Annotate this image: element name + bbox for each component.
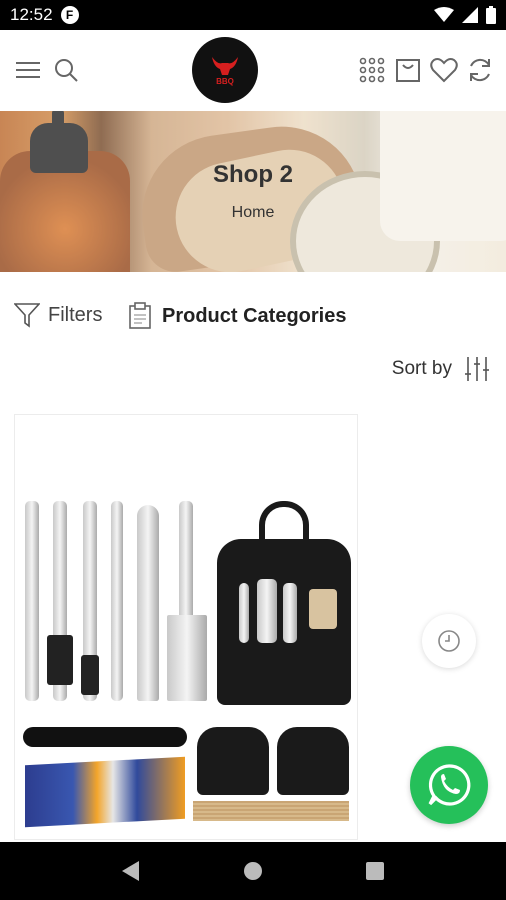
recently-viewed-button[interactable] xyxy=(422,614,476,668)
product-categories-button[interactable]: Product Categories xyxy=(128,302,346,330)
clock-icon xyxy=(438,630,460,652)
wifi-icon xyxy=(434,7,454,22)
back-icon[interactable] xyxy=(121,860,141,882)
filters-label: Filters xyxy=(48,303,103,326)
recents-icon[interactable] xyxy=(365,861,385,881)
filters-button[interactable]: Filters xyxy=(14,302,102,328)
status-time: 12:52 xyxy=(10,5,53,24)
sliders-icon xyxy=(465,357,489,381)
signal-icon xyxy=(462,7,478,23)
meat-claw-right xyxy=(277,727,349,795)
cart-icon xyxy=(396,59,420,82)
heart-icon xyxy=(430,58,458,83)
status-bar: 12:52 F xyxy=(0,0,506,30)
bull-icon xyxy=(212,56,238,75)
search-button[interactable] xyxy=(48,52,84,88)
filter-icon xyxy=(14,303,40,328)
logo-text: BBQ xyxy=(216,76,234,86)
page-title: Shop 2 xyxy=(212,161,293,188)
categories-label: Product Categories xyxy=(162,304,347,327)
breadcrumb-home[interactable]: Home xyxy=(0,204,506,222)
compare-button[interactable] xyxy=(462,52,498,88)
app-header: BBQ xyxy=(0,30,506,110)
grid-icon xyxy=(359,57,385,83)
home-icon[interactable] xyxy=(242,860,264,882)
product-card[interactable] xyxy=(14,414,358,840)
whatsapp-button[interactable] xyxy=(410,746,488,824)
wishlist-button[interactable] xyxy=(426,52,462,88)
brand-logo[interactable]: BBQ xyxy=(184,32,266,108)
banner-overlay xyxy=(0,111,506,272)
sort-by-button[interactable]: Sort by xyxy=(392,356,490,382)
whatsapp-icon xyxy=(428,764,471,806)
shop-banner: Shop 2 Home xyxy=(0,111,506,272)
skewers xyxy=(193,801,349,821)
menu-icon xyxy=(16,62,40,78)
filter-toolbar: Filters Product Categories xyxy=(0,296,506,340)
battery-icon xyxy=(486,6,496,24)
grid-button[interactable] xyxy=(354,52,390,88)
sort-label: Sort by xyxy=(391,358,452,379)
menu-button[interactable] xyxy=(10,52,46,88)
logo-emblem: BBQ xyxy=(192,37,258,103)
cart-button[interactable] xyxy=(390,52,426,88)
meat-claw-left xyxy=(197,727,269,795)
search-icon xyxy=(55,59,78,82)
recipe-brochure xyxy=(25,756,185,828)
product-image xyxy=(15,415,357,839)
system-nav-bar xyxy=(0,842,506,900)
clipboard-icon xyxy=(129,302,151,329)
apron-image xyxy=(217,539,351,705)
grill-mat-roll xyxy=(23,727,187,747)
refresh-icon xyxy=(470,58,490,82)
app-notification-icon: F xyxy=(60,6,79,24)
